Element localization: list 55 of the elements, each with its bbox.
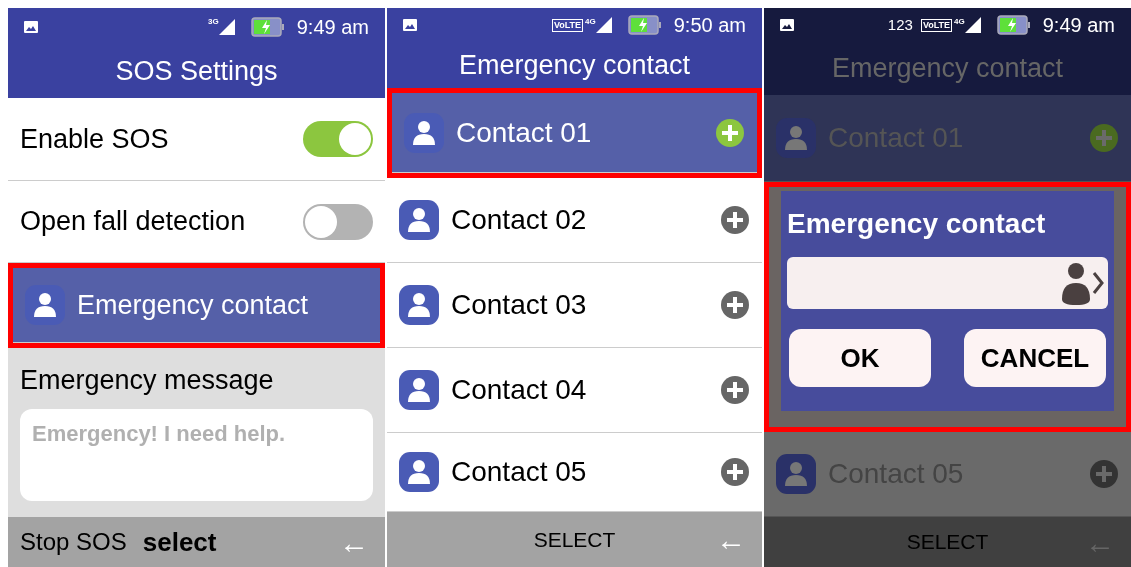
screen-title: Emergency contact [387, 42, 762, 88]
person-icon [399, 370, 439, 410]
softkey-left[interactable]: Stop SOS [20, 524, 127, 560]
volte-label: VoLTE [551, 18, 584, 32]
person-icon [776, 118, 816, 158]
battery-icon [250, 16, 285, 37]
screen-title: Emergency contact [764, 42, 1131, 95]
add-icon[interactable] [720, 457, 750, 487]
contact-name: Contact 04 [451, 373, 588, 407]
row-label: Open fall detection [20, 205, 247, 239]
contact-name: Contact 02 [451, 203, 588, 237]
person-icon [404, 112, 444, 153]
row-label: Emergency contact [77, 288, 310, 322]
add-icon[interactable] [720, 375, 750, 405]
image-icon [403, 19, 417, 31]
message-field[interactable]: Emergency! I need help. [20, 408, 373, 501]
volte-label: VoLTE [920, 18, 953, 32]
contact-name: Contact 05 [451, 455, 588, 489]
signal-icon [218, 18, 235, 35]
toggle-switch[interactable] [303, 121, 373, 157]
add-icon[interactable] [720, 205, 750, 235]
person-icon [25, 285, 65, 325]
person-icon [399, 452, 439, 492]
settings-row[interactable]: Emergency contact [13, 268, 380, 343]
dialog-button[interactable]: OK [789, 329, 931, 387]
status-time: 9:49 am [1042, 13, 1115, 38]
contact-input-field[interactable] [787, 257, 1108, 309]
screen-title: SOS Settings [8, 45, 385, 98]
softkey-center[interactable]: select [142, 522, 217, 562]
contact-name: Contact 03 [451, 288, 588, 322]
status-time: 9:49 am [296, 14, 369, 40]
network-label: 4G [954, 16, 965, 28]
image-icon [780, 19, 794, 31]
battery-icon [996, 15, 1031, 35]
dialog-button[interactable]: CANCEL [964, 329, 1106, 387]
status-text: 123 [887, 14, 913, 35]
signal-icon [595, 17, 612, 33]
message-label: Emergency message [20, 364, 275, 397]
add-icon[interactable] [720, 290, 750, 320]
toggle-switch[interactable] [303, 203, 373, 240]
dialog-title: Emergency contact [787, 207, 1047, 241]
contact-name: Contact 01 [456, 115, 593, 150]
battery-icon [627, 15, 662, 35]
status-time: 9:50 am [673, 13, 746, 38]
row-label: Enable SOS [20, 122, 170, 156]
network-label: 4G [585, 16, 596, 28]
softkey-center[interactable]: SELECT [533, 523, 616, 556]
person-icon [399, 285, 439, 325]
person-icon [399, 200, 439, 240]
contact-row[interactable]: Contact 01 [392, 93, 757, 173]
signal-icon [964, 17, 981, 33]
image-icon [24, 20, 38, 33]
network-label: 3G [208, 16, 219, 28]
person-icon [776, 454, 816, 494]
add-icon[interactable] [715, 117, 745, 148]
